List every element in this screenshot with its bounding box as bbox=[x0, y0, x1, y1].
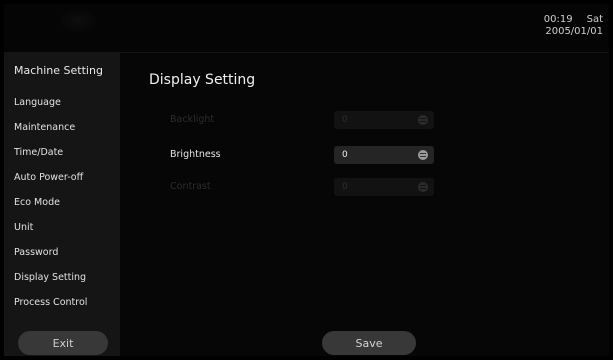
brightness-label: Brightness bbox=[170, 149, 221, 160]
brightness-field[interactable]: 0 bbox=[334, 146, 434, 164]
spin-icon bbox=[418, 182, 428, 192]
sidebar-item-time-date[interactable]: Time/Date bbox=[14, 147, 63, 158]
sidebar-item-password[interactable]: Password bbox=[14, 247, 58, 258]
screen-frame: 00:19 Sat 2005/01/01 Machine Setting Lan… bbox=[4, 4, 609, 356]
spin-icon bbox=[418, 115, 428, 125]
top-bar: 00:19 Sat 2005/01/01 bbox=[4, 4, 609, 53]
contrast-label: Contrast bbox=[170, 181, 211, 192]
logo-watermark bbox=[60, 10, 96, 32]
sidebar-item-process-control[interactable]: Process Control bbox=[14, 297, 87, 308]
contrast-field: 0 bbox=[334, 178, 434, 196]
clock-time: 00:19 bbox=[543, 14, 573, 25]
page-title: Display Setting bbox=[149, 72, 256, 88]
sidebar-item-unit[interactable]: Unit bbox=[14, 222, 33, 233]
clock-date: 2005/01/01 bbox=[545, 26, 603, 37]
sidebar-item-auto-power-off[interactable]: Auto Power-off bbox=[14, 172, 83, 183]
brightness-value: 0 bbox=[342, 150, 348, 160]
sidebar-item-display-setting[interactable]: Display Setting bbox=[14, 272, 86, 283]
backlight-label: Backlight bbox=[170, 114, 215, 125]
clock-day: Sat bbox=[586, 14, 603, 25]
spin-icon[interactable] bbox=[418, 150, 428, 160]
backlight-field: 0 bbox=[334, 111, 434, 129]
save-button[interactable]: Save bbox=[322, 331, 416, 355]
sidebar-item-maintenance[interactable]: Maintenance bbox=[14, 122, 75, 133]
sidebar-item-language[interactable]: Language bbox=[14, 97, 61, 108]
contrast-value: 0 bbox=[342, 182, 348, 192]
clock: 00:19 Sat 2005/01/01 bbox=[473, 14, 603, 38]
sidebar-item-eco-mode[interactable]: Eco Mode bbox=[14, 197, 60, 208]
sidebar: Machine Setting Language Maintenance Tim… bbox=[4, 52, 120, 356]
backlight-value: 0 bbox=[342, 115, 348, 125]
exit-button[interactable]: Exit bbox=[18, 331, 108, 355]
sidebar-title: Machine Setting bbox=[14, 64, 103, 77]
